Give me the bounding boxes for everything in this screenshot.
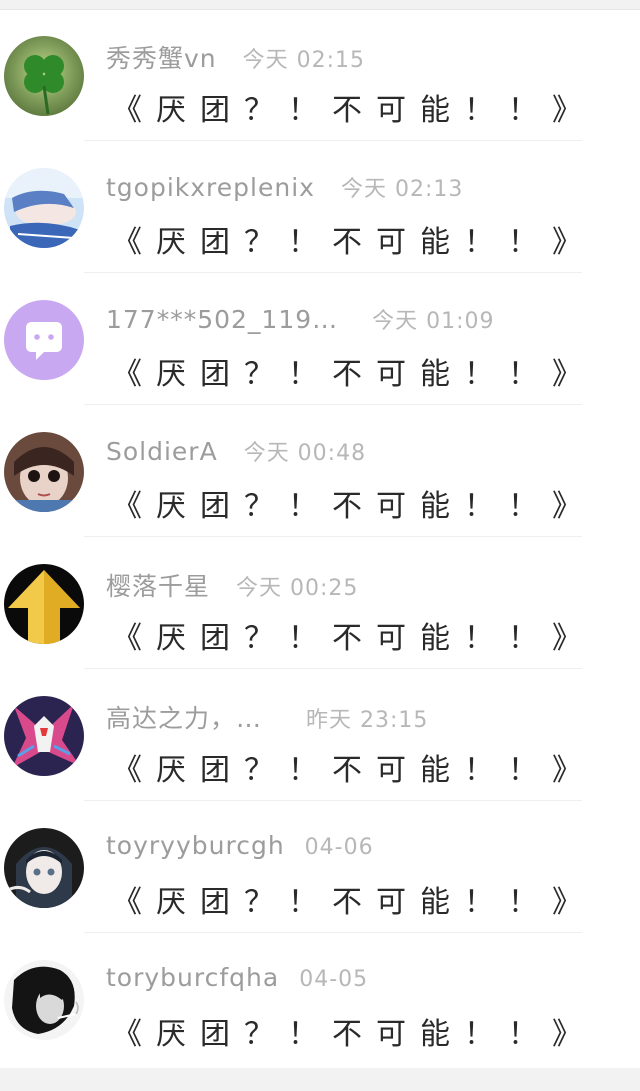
avatar[interactable]	[4, 960, 84, 1040]
chat-bubble-icon	[4, 300, 84, 380]
avatar[interactable]	[4, 432, 84, 512]
timestamp: 今天 00:25	[236, 576, 359, 601]
avatar[interactable]	[4, 36, 84, 116]
comment-text: 《厌团？！不可能！！》	[112, 225, 596, 260]
avatar[interactable]	[4, 300, 84, 380]
comment-meta: toryburcfqha 04-05	[106, 963, 368, 999]
comment-item[interactable]: 樱落千星 今天 00:25 《厌团？！不可能！！》	[0, 537, 640, 669]
username[interactable]: toyryyburcgh	[106, 831, 285, 860]
comment-text: 《厌团？！不可能！！》	[112, 93, 596, 128]
anime-sleeping-icon	[4, 168, 84, 248]
timestamp: 04-06	[304, 835, 374, 860]
comment-text: 《厌团？！不可能！！》	[112, 489, 596, 524]
timestamp: 今天 02:13	[340, 177, 464, 202]
username[interactable]: 177***502_119…	[106, 305, 338, 334]
username[interactable]: 樱落千星	[106, 567, 210, 603]
username[interactable]: tgopikxreplenix	[106, 173, 315, 202]
comment-item[interactable]: 秀秀蟹vn 今天 02:15 《厌团？！不可能！！》	[0, 9, 640, 141]
comment-text: 《厌团？！不可能！！》	[112, 753, 596, 788]
clover-icon	[4, 36, 84, 116]
smoking-person-icon	[4, 960, 84, 1040]
avatar[interactable]	[4, 564, 84, 644]
comment-list-page: 秀秀蟹vn 今天 02:15 《厌团？！不可能！！》 tgopikxreplen…	[0, 0, 640, 1091]
comment-text: 《厌团？！不可能！！》	[112, 885, 596, 920]
comment-meta: toyryyburcgh 04-06	[106, 831, 374, 867]
comment-text: 《厌团？！不可能！！》	[112, 1017, 596, 1052]
comment-meta: 177***502_119… 今天 01:09	[106, 303, 495, 339]
comment-item[interactable]: tgopikxreplenix 今天 02:13 《厌团？！不可能！！》	[0, 141, 640, 273]
comment-meta: 樱落千星 今天 00:25	[106, 567, 358, 603]
bottom-edge	[0, 1068, 640, 1091]
username[interactable]: 高达之力，…	[106, 699, 262, 735]
comment-meta: tgopikxreplenix 今天 02:13	[106, 171, 463, 207]
comment-text: 《厌团？！不可能！！》	[112, 621, 596, 656]
gundam-icon	[4, 696, 84, 776]
comment-meta: 高达之力，… 昨天 23:15	[106, 699, 428, 735]
comment-meta: 秀秀蟹vn 今天 02:15	[106, 39, 365, 75]
avatar[interactable]	[4, 696, 84, 776]
comment-item[interactable]: SoldierA 今天 00:48 《厌团？！不可能！！》	[0, 405, 640, 537]
anime-girl-icon	[4, 828, 84, 908]
avatar[interactable]	[4, 168, 84, 248]
comment-item[interactable]: 高达之力，… 昨天 23:15 《厌团？！不可能！！》	[0, 669, 640, 801]
comment-item[interactable]: 177***502_119… 今天 01:09 《厌团？！不可能！！》	[0, 273, 640, 405]
timestamp: 昨天 23:15	[306, 708, 429, 733]
comment-item[interactable]: toyryyburcgh 04-06 《厌团？！不可能！！》	[0, 801, 640, 933]
username[interactable]: 秀秀蟹vn	[106, 39, 217, 75]
comment-text: 《厌团？！不可能！！》	[112, 357, 596, 392]
timestamp: 今天 01:09	[372, 309, 495, 334]
doll-face-icon	[4, 432, 84, 512]
timestamp: 今天 02:15	[242, 48, 366, 73]
up-arrow-icon	[4, 564, 84, 644]
username[interactable]: SoldierA	[106, 437, 218, 466]
comment-item[interactable]: toryburcfqha 04-05 《厌团？！不可能！！》	[0, 933, 640, 1065]
username[interactable]: toryburcfqha	[106, 963, 279, 992]
comment-meta: SoldierA 今天 00:48	[106, 435, 366, 471]
timestamp: 今天 00:48	[243, 441, 367, 466]
timestamp: 04-05	[299, 967, 369, 992]
avatar[interactable]	[4, 828, 84, 908]
